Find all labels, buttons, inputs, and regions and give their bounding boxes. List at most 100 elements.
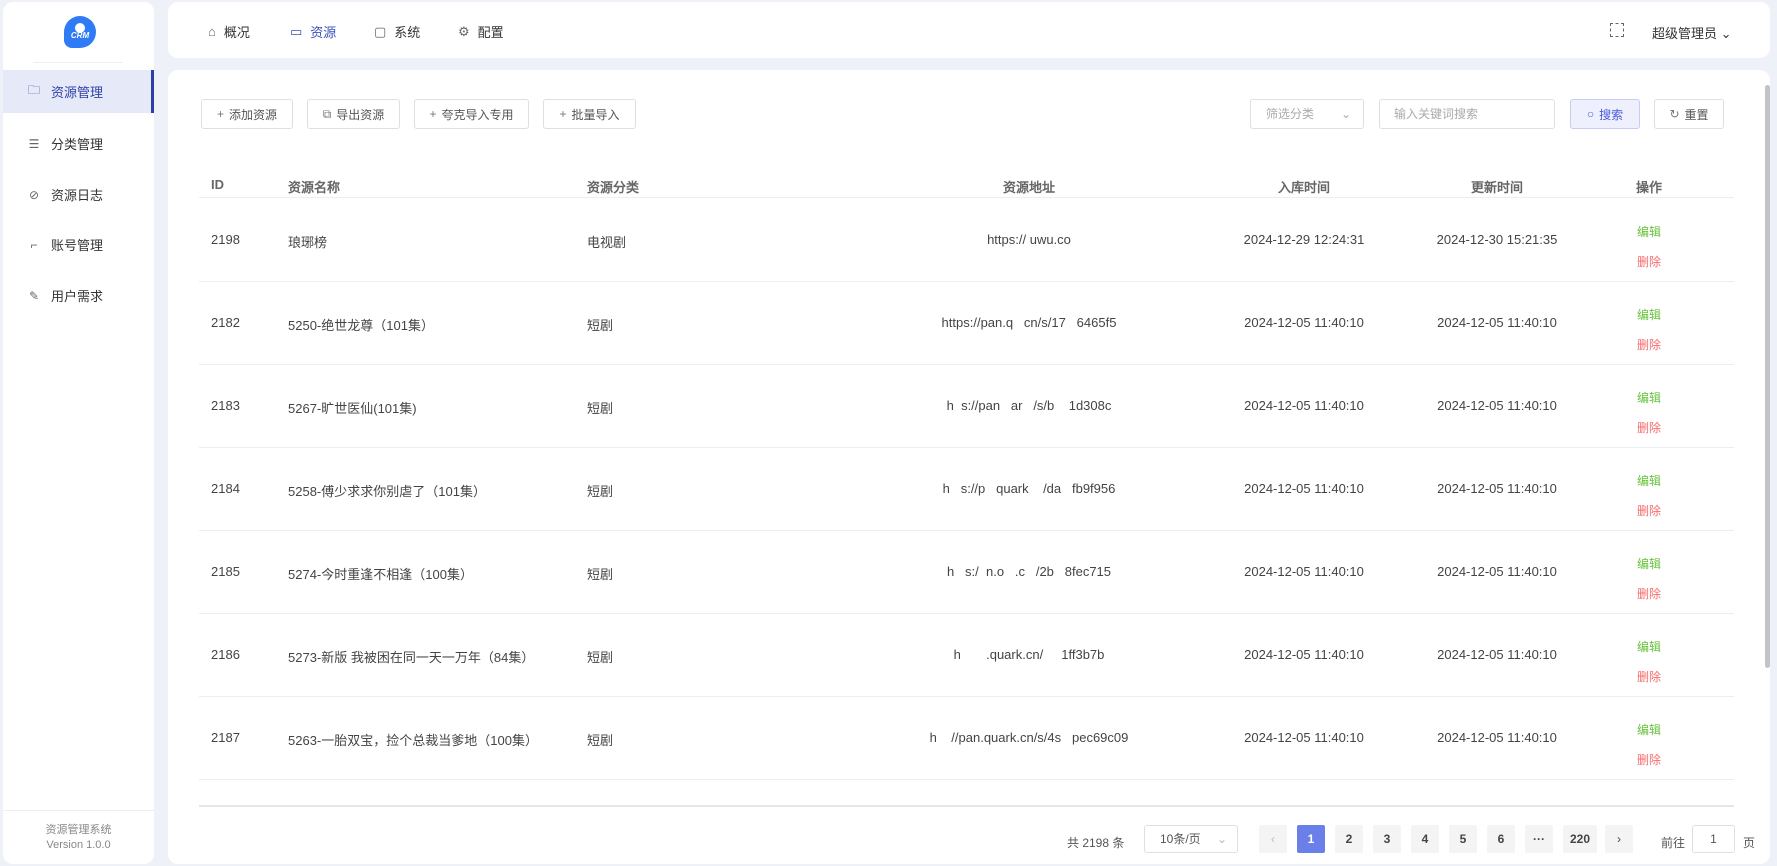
prev-page-button[interactable]: ‹ <box>1259 825 1287 853</box>
header-name: 资源名称 <box>288 180 341 195</box>
nav-config[interactable]: ⚙ 配置 <box>458 22 504 41</box>
sidebar-item-user-requests[interactable]: ✎ 用户需求 <box>3 274 154 317</box>
sidebar: CRM 🗀 资源管理 ☰ 分类管理 ⊘ 资源日志 ⌐ 账号管理 ✎ 用户需求 资源管理系统… <box>3 2 154 864</box>
delete-link[interactable]: 删除 <box>1619 579 1679 609</box>
nav-overview[interactable]: ⌂ 概况 <box>208 22 250 41</box>
header-actions: 操作 <box>1635 180 1662 195</box>
edit-link[interactable]: 编辑 <box>1619 798 1679 805</box>
cell-actions: 编辑 删除 <box>1619 632 1679 692</box>
main-panel: +添加资源 ⧉导出资源 +夸克导入专用 +批量导入 筛选分类⌄ ○搜索 ↻重置 … <box>168 70 1770 864</box>
add-resource-button[interactable]: + 添加资源 <box>201 99 293 129</box>
cell-name: 5250-绝世龙尊（101集） <box>288 318 434 333</box>
vertical-scrollbar[interactable] <box>1765 85 1770 668</box>
goto-page-input[interactable] <box>1692 825 1735 853</box>
nav-system[interactable]: ▢ 系统 <box>374 22 420 41</box>
copy-icon: ⧉ <box>322 106 332 121</box>
cell-created: 2024-12-05 11:40:10 <box>1244 398 1364 413</box>
page-button[interactable]: ··· <box>1525 825 1553 853</box>
nav-label: 资源 <box>310 25 337 40</box>
plus-icon: + <box>216 107 224 121</box>
delete-link[interactable]: 删除 <box>1619 247 1679 277</box>
sidebar-item-label: 资源日志 <box>51 188 104 203</box>
reset-button[interactable]: ↻ 重置 <box>1654 99 1724 129</box>
cell-url: h s://p quark /da fb9f956 <box>942 481 1116 496</box>
edit-link[interactable]: 编辑 <box>1619 549 1679 579</box>
sidebar-item-label: 资源管理 <box>51 85 104 100</box>
cell-category: 短剧 <box>587 401 614 416</box>
cell-name: 5263-一胎双宝，捡个总裁当爹地（100集） <box>288 733 538 748</box>
delete-link[interactable]: 删除 <box>1619 330 1679 360</box>
table-row: 2198 琅琊榜 电视剧 https:// uwu.co 2024-12-29 … <box>199 199 1734 282</box>
cell-actions: 编辑 删除 <box>1619 383 1679 443</box>
next-page-button[interactable]: › <box>1605 825 1633 853</box>
export-resource-button[interactable]: ⧉ 导出资源 <box>307 99 400 129</box>
nav-label: 系统 <box>394 25 421 40</box>
cell-name: 5258-傅少求求你别虐了（101集） <box>288 484 486 499</box>
header-created: 入库时间 <box>1277 180 1330 195</box>
goto-label: 前往 <box>1661 835 1686 850</box>
page-button[interactable]: 220 <box>1563 825 1597 853</box>
sidebar-item-label: 用户需求 <box>51 289 104 304</box>
sidebar-item-label: 分类管理 <box>51 137 104 152</box>
header-url: 资源地址 <box>1002 180 1055 195</box>
cell-url: h s:/ n.o .c /2b 8fec715 <box>946 564 1112 579</box>
sidebar-item-resource-log[interactable]: ⊘ 资源日志 <box>3 173 154 216</box>
chevron-down-icon: ⌄ <box>1340 107 1351 121</box>
crop-icon: ⌐ <box>30 237 38 252</box>
delete-link[interactable]: 删除 <box>1619 662 1679 692</box>
search-icon: ○ <box>1586 107 1595 121</box>
delete-link[interactable]: 删除 <box>1619 745 1679 775</box>
table-header: ID 资源名称 资源分类 资源地址 入库时间 更新时间 操作 <box>199 177 1734 198</box>
button-label: 导出资源 <box>336 107 385 122</box>
table-body[interactable]: 2198 琅琊榜 电视剧 https:// uwu.co 2024-12-29 … <box>199 199 1734 807</box>
button-label: 添加资源 <box>229 107 278 122</box>
edit-link[interactable]: 编辑 <box>1619 383 1679 413</box>
cell-url: https://pan.q cn/s/17 6465f5 <box>941 315 1117 330</box>
page-button[interactable]: 6 <box>1487 825 1515 853</box>
cell-id: 2198 <box>211 232 240 247</box>
edit-link[interactable]: 编辑 <box>1619 715 1679 745</box>
category-filter-select[interactable]: 筛选分类 ⌄ <box>1250 99 1364 129</box>
cell-actions: 编辑 删除 <box>1619 549 1679 609</box>
nav-label: 配置 <box>477 25 504 40</box>
chevron-down-icon: ⌄ <box>1717 26 1732 41</box>
user-menu[interactable]: 超级管理员 ⌄ <box>1652 23 1732 42</box>
table-row: 2187 5263-一胎双宝，捡个总裁当爹地（100集） 短剧 h //pan.… <box>199 697 1734 780</box>
table-row: 编辑 <box>199 780 1734 805</box>
sidebar-item-resource-management[interactable]: 🗀 资源管理 <box>3 70 154 113</box>
search-button[interactable]: ○ 搜索 <box>1570 99 1640 129</box>
sidebar-item-category-management[interactable]: ☰ 分类管理 <box>3 122 154 165</box>
table-row: 2186 5273-新版 我被困在同一天一万年（84集） 短剧 h .quark… <box>199 614 1734 697</box>
page-button[interactable]: 3 <box>1373 825 1401 853</box>
edit-link[interactable]: 编辑 <box>1619 632 1679 662</box>
edit-link[interactable]: 编辑 <box>1619 466 1679 496</box>
cell-category: 短剧 <box>587 318 614 333</box>
batch-import-button[interactable]: + 批量导入 <box>543 99 636 129</box>
fullscreen-icon[interactable] <box>1610 23 1624 37</box>
version: Version 1.0.0 <box>46 839 111 851</box>
page-button[interactable]: 5 <box>1449 825 1477 853</box>
cell-actions: 编辑 <box>1619 798 1679 805</box>
delete-link[interactable]: 删除 <box>1619 496 1679 526</box>
quark-import-button[interactable]: + 夸克导入专用 <box>414 99 529 129</box>
cell-created: 2024-12-05 11:40:10 <box>1244 315 1364 330</box>
cell-id: 2187 <box>211 730 240 745</box>
page-button[interactable]: 4 <box>1411 825 1439 853</box>
button-label: 批量导入 <box>571 107 620 122</box>
keyword-search-input[interactable] <box>1379 99 1555 129</box>
page-button[interactable]: 2 <box>1335 825 1363 853</box>
cell-name: 5267-旷世医仙(101集) <box>288 401 417 416</box>
folder-icon: 🗀 <box>27 83 40 97</box>
edit-link[interactable]: 编辑 <box>1619 217 1679 247</box>
divider <box>33 62 123 63</box>
page-button[interactable]: 1 <box>1297 825 1325 853</box>
page-size-select[interactable]: 10条/页 ⌄ <box>1144 825 1238 853</box>
table-row: 2183 5267-旷世医仙(101集) 短剧 h s://pan ar /s/… <box>199 365 1734 448</box>
edit-link[interactable]: 编辑 <box>1619 300 1679 330</box>
delete-link[interactable]: 删除 <box>1619 413 1679 443</box>
cell-created: 2024-12-05 11:40:10 <box>1244 647 1364 662</box>
cell-updated: 2024-12-05 11:40:10 <box>1437 647 1557 662</box>
cell-created: 2024-12-05 11:40:10 <box>1244 481 1364 496</box>
sidebar-item-account-management[interactable]: ⌐ 账号管理 <box>3 223 154 266</box>
nav-resources[interactable]: ▭ 资源 <box>290 22 336 41</box>
